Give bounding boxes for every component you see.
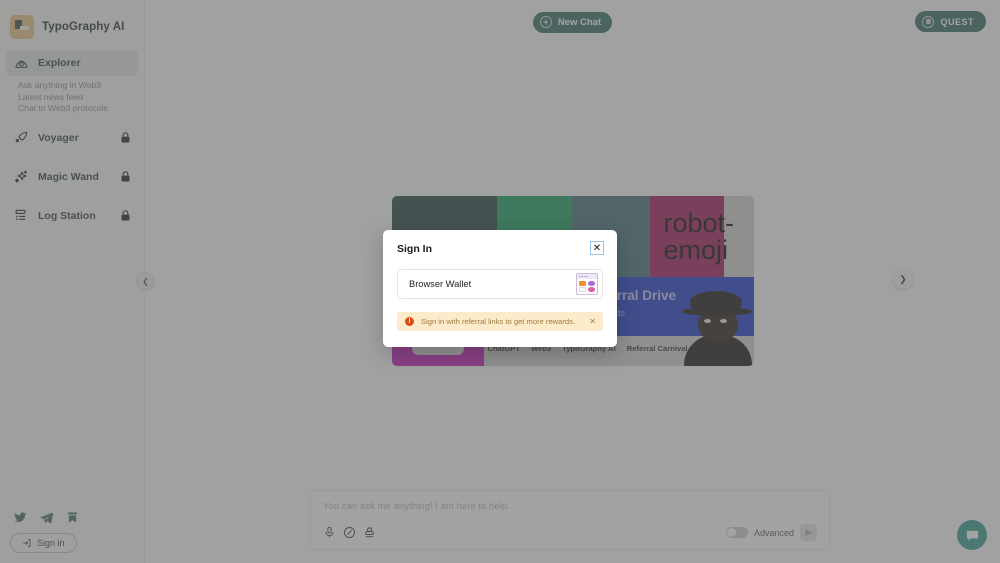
alert-text: Sign in with referral links to get more … [421,317,576,326]
app-root: TypoGraphy AI Explorer Ask anything in W… [0,0,1000,563]
browser-wallet-option[interactable]: Browser Wallet [397,269,603,299]
signin-modal: Sign In ✕ Browser Wallet ! Sign in with … [383,230,617,347]
browser-wallet-label: Browser Wallet [409,279,472,289]
modal-title: Sign In [397,243,432,255]
referral-alert: ! Sign in with referral links to get mor… [397,312,603,331]
exclamation-icon: ! [405,317,414,326]
close-small-icon[interactable]: ✕ [589,317,596,326]
browser-wallet-icon [576,273,598,295]
close-icon[interactable]: ✕ [590,241,604,255]
